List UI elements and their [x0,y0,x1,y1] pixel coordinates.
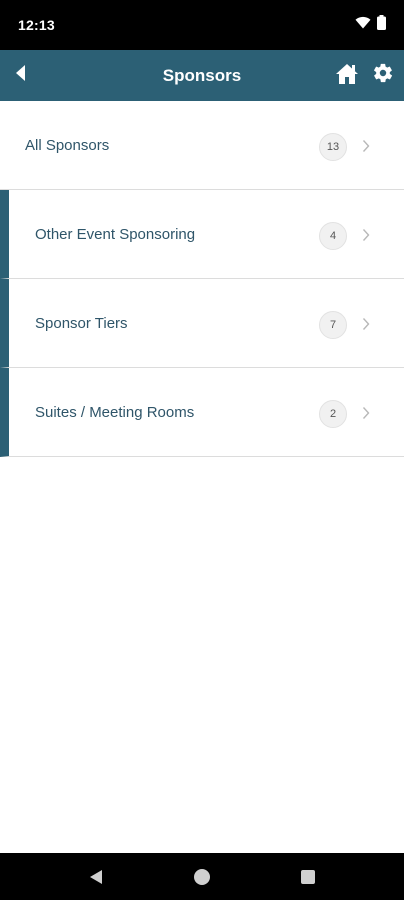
app-bar: Sponsors [0,50,404,101]
sponsor-category-list: All Sponsors 13 Other Event Sponsoring 4… [0,101,404,853]
chevron-right-icon [362,139,372,153]
count-badge: 7 [319,311,347,339]
system-nav-bar [0,853,404,900]
list-item-label: All Sponsors [25,137,110,154]
list-item-label: Sponsor Tiers [35,315,128,332]
chevron-right-icon [362,406,372,420]
status-bar: 12:13 [0,0,404,50]
home-icon [335,63,359,90]
list-item-other-event-sponsoring[interactable]: Other Event Sponsoring 4 [0,190,404,279]
back-icon [14,64,26,87]
chevron-right-icon [362,228,372,242]
gear-icon [372,62,394,89]
nav-recents-icon[interactable] [300,869,316,890]
home-button[interactable] [334,63,360,89]
nav-back-icon[interactable] [88,868,104,891]
list-item-all-sponsors[interactable]: All Sponsors 13 [0,101,404,190]
count-badge: 13 [319,133,347,161]
settings-button[interactable] [371,63,395,87]
wifi-icon [355,16,371,34]
list-item-sponsor-tiers[interactable]: Sponsor Tiers 7 [0,279,404,368]
list-item-suites-meeting-rooms[interactable]: Suites / Meeting Rooms 2 [0,368,404,457]
battery-icon [377,15,386,35]
count-badge: 2 [319,400,347,428]
count-badge: 4 [319,222,347,250]
status-icons [355,15,386,35]
page-title: Sponsors [162,65,242,85]
back-button[interactable] [8,63,32,87]
status-time: 12:13 [18,17,55,33]
chevron-right-icon [362,317,372,331]
list-item-label: Suites / Meeting Rooms [35,404,195,421]
list-item-label: Other Event Sponsoring [35,226,196,243]
nav-home-icon[interactable] [193,868,211,891]
